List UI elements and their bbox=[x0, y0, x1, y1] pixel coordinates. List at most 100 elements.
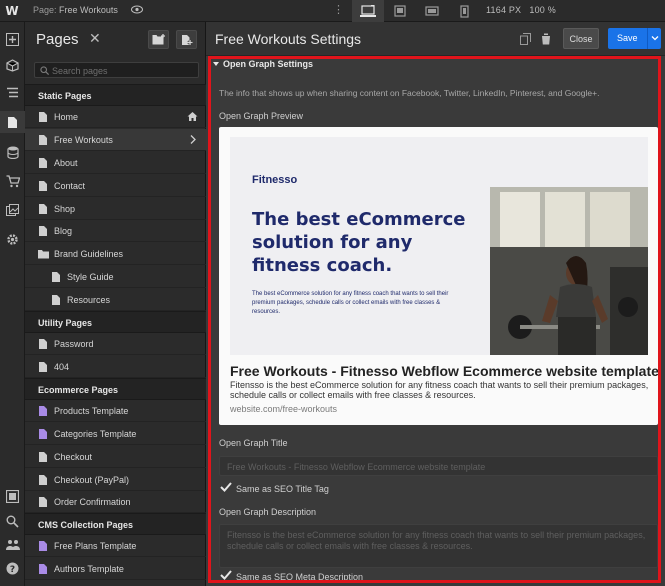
section-static-pages: Static Pages bbox=[25, 84, 206, 106]
webflow-logo[interactable]: W bbox=[0, 0, 24, 22]
folder-icon bbox=[38, 250, 49, 259]
folder-item-brand-guidelines[interactable]: Brand Guidelines bbox=[25, 243, 206, 265]
canvas-width: 1164 PX bbox=[486, 5, 522, 15]
chevron-down-icon[interactable] bbox=[651, 34, 659, 42]
page-item-label: Contact bbox=[54, 181, 86, 191]
page-item-resources[interactable]: Resources bbox=[25, 289, 206, 311]
audit-icon[interactable] bbox=[4, 488, 21, 505]
page-item-products-template[interactable]: Products Template bbox=[25, 400, 206, 422]
save-button[interactable]: Save bbox=[608, 28, 661, 49]
settings-header: Free Workouts Settings Close Save bbox=[206, 22, 665, 56]
page-item-checkout[interactable]: Checkout bbox=[25, 446, 206, 468]
preview-eye-icon[interactable] bbox=[131, 5, 143, 14]
close-icon[interactable]: ✕ bbox=[89, 30, 101, 47]
desktop-device-icon[interactable] bbox=[352, 0, 384, 22]
page-item-password[interactable]: Password bbox=[25, 333, 206, 355]
preview-headline: The best eCommerce solution for any fitn… bbox=[252, 209, 466, 276]
current-page-indicator: Page: Free Workouts bbox=[33, 5, 118, 15]
section-utility-pages: Utility Pages bbox=[25, 311, 206, 333]
page-icon bbox=[39, 452, 47, 462]
add-page-button[interactable] bbox=[176, 30, 197, 49]
search-pages-field[interactable] bbox=[34, 62, 199, 78]
device-switcher bbox=[352, 0, 480, 22]
page-label: Page: bbox=[33, 5, 57, 15]
og-title-label: Open Graph Title bbox=[219, 438, 288, 448]
page-icon bbox=[39, 362, 47, 372]
search-icon bbox=[40, 66, 49, 75]
page-icon bbox=[39, 339, 47, 349]
page-item-label: Checkout bbox=[54, 452, 93, 462]
collaborators-icon[interactable] bbox=[4, 536, 21, 553]
pages-panel-header: Pages ✕ bbox=[25, 22, 206, 56]
page-item-order-confirmation[interactable]: Order Confirmation bbox=[25, 491, 206, 513]
settings-gear-icon[interactable] bbox=[4, 231, 21, 248]
ecommerce-cart-icon[interactable] bbox=[4, 173, 21, 190]
chevron-right-icon[interactable] bbox=[188, 134, 198, 145]
section-ecommerce-pages: Ecommerce Pages bbox=[25, 378, 206, 400]
same-as-seo-title-checkbox[interactable] bbox=[219, 481, 233, 493]
symbols-cube-icon[interactable] bbox=[4, 57, 21, 74]
cms-database-icon[interactable] bbox=[4, 144, 21, 161]
page-item-404[interactable]: 404 bbox=[25, 356, 206, 378]
close-button[interactable]: Close bbox=[563, 28, 599, 49]
template-page-icon bbox=[39, 541, 47, 551]
page-item-blog[interactable]: Blog bbox=[25, 220, 206, 242]
page-icon bbox=[39, 226, 47, 236]
page-item-categories-template[interactable]: Categories Template bbox=[25, 423, 206, 445]
mobile-landscape-icon[interactable] bbox=[416, 0, 448, 22]
page-item-about[interactable]: About bbox=[25, 152, 206, 174]
og-section-label: Open Graph Settings bbox=[223, 59, 314, 69]
assets-icon[interactable] bbox=[4, 202, 21, 219]
same-as-seo-description-label[interactable]: Same as SEO Meta Description bbox=[236, 572, 363, 582]
same-as-seo-description-checkbox[interactable] bbox=[219, 569, 233, 581]
template-page-icon bbox=[39, 429, 47, 439]
page-item-home[interactable]: Home bbox=[25, 106, 206, 128]
search-icon[interactable] bbox=[4, 513, 21, 530]
page-name: Free Workouts bbox=[59, 5, 118, 15]
page-item-contact[interactable]: Contact bbox=[25, 175, 206, 197]
svg-text:?: ? bbox=[10, 565, 15, 575]
og-settings-section-header[interactable]: Open Graph Settings bbox=[213, 59, 313, 69]
page-item-style-guide[interactable]: Style Guide bbox=[25, 266, 206, 288]
page-item-free-workouts[interactable]: Free Workouts bbox=[25, 129, 206, 151]
add-element-icon[interactable] bbox=[4, 31, 21, 48]
add-folder-button[interactable] bbox=[148, 30, 169, 49]
page-item-label: Password bbox=[54, 339, 94, 349]
settings-title: Free Workouts Settings bbox=[215, 31, 362, 47]
page-item-checkout-paypal[interactable]: Checkout (PayPal) bbox=[25, 469, 206, 491]
page-item-label: Categories Template bbox=[54, 429, 137, 439]
page-item-label: Home bbox=[54, 112, 79, 122]
same-as-seo-title-label[interactable]: Same as SEO Title Tag bbox=[236, 484, 329, 494]
mobile-portrait-icon[interactable] bbox=[448, 0, 480, 22]
help-icon[interactable]: ? bbox=[4, 560, 21, 577]
pages-icon[interactable] bbox=[0, 111, 25, 133]
page-item-authors-template[interactable]: Authors Template bbox=[25, 558, 206, 580]
caret-down-icon bbox=[213, 62, 219, 66]
og-description-placeholder: Fitensso is the best eCommerce solution … bbox=[227, 530, 646, 551]
page-icon bbox=[52, 272, 60, 282]
duplicate-icon[interactable] bbox=[520, 33, 531, 45]
page-icon bbox=[39, 497, 47, 507]
page-item-shop[interactable]: Shop bbox=[25, 198, 206, 220]
page-icon bbox=[52, 295, 60, 305]
page-item-label: 404 bbox=[54, 362, 70, 372]
navigator-icon[interactable] bbox=[4, 84, 21, 101]
section-label: CMS Collection Pages bbox=[38, 520, 134, 530]
page-item-label: Blog bbox=[54, 226, 73, 236]
og-preview-label: Open Graph Preview bbox=[219, 111, 304, 121]
search-pages-input[interactable] bbox=[52, 64, 192, 77]
fitness-photo bbox=[490, 187, 648, 355]
section-label: Static Pages bbox=[38, 91, 92, 101]
trash-icon[interactable] bbox=[541, 33, 551, 45]
more-options-icon[interactable]: ⋮ bbox=[333, 3, 344, 16]
page-icon bbox=[39, 181, 47, 191]
preview-title: Free Workouts - Fitnesso Webflow Ecommer… bbox=[230, 363, 659, 379]
page-item-free-plans-template[interactable]: Free Plans Template bbox=[25, 535, 206, 557]
section-label: Utility Pages bbox=[38, 318, 93, 328]
home-icon bbox=[187, 112, 198, 121]
og-title-input[interactable]: Free Workouts - Fitnesso Webflow Ecommer… bbox=[219, 456, 658, 476]
tablet-landscape-icon[interactable] bbox=[384, 0, 416, 22]
og-description-textarea[interactable]: Fitensso is the best eCommerce solution … bbox=[219, 524, 658, 568]
page-item-label: Shop bbox=[54, 204, 76, 214]
og-description-label: Open Graph Description bbox=[219, 507, 317, 517]
